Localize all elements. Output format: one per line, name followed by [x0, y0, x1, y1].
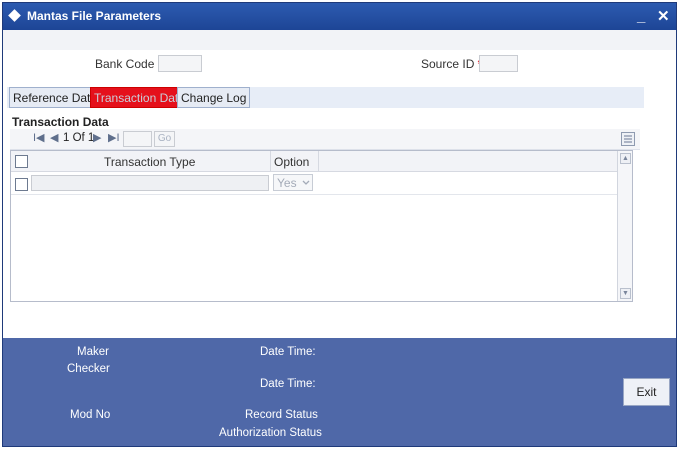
bank-code-label: Bank Code [95, 57, 155, 71]
close-button[interactable]: ✕ [657, 7, 670, 25]
transaction-type-input[interactable] [31, 175, 269, 191]
window-title: Mantas File Parameters [27, 9, 162, 23]
scroll-up-icon[interactable]: ▲ [620, 153, 631, 164]
column-header-transaction-type: Transaction Type [104, 155, 196, 169]
first-page-icon[interactable]: I◀ [33, 131, 45, 144]
source-id-label: Source ID * [421, 57, 482, 71]
source-id-field[interactable] [479, 55, 518, 72]
audit-footer: Maker Checker Date Time: Date Time: Mod … [3, 338, 676, 446]
mod-no-label: Mod No [70, 409, 111, 421]
maker-date-time-label: Date Time: [260, 346, 316, 358]
tab-change-log[interactable]: Change Log [177, 87, 251, 108]
select-all-checkbox[interactable] [15, 155, 28, 168]
vertical-scrollbar[interactable]: ▲ ▼ [617, 151, 632, 301]
chevron-down-icon [302, 180, 310, 185]
tab-bar: Reference Data Transaction Data Change L… [7, 87, 644, 108]
checker-label: Checker [67, 363, 110, 375]
window: Mantas File Parameters _ ✕ Bank Code Sou… [2, 2, 677, 447]
pager: I◀ ◀ 1 Of 1 ▶ ▶I Go [10, 129, 640, 150]
previous-page-icon[interactable]: ◀ [50, 131, 58, 144]
tab-reference-data[interactable]: Reference Data [9, 87, 102, 108]
bank-code-field[interactable] [158, 55, 202, 72]
grid-settings-icon[interactable] [621, 132, 635, 146]
go-button[interactable]: Go [154, 131, 175, 147]
exit-button[interactable]: Exit [623, 378, 670, 406]
maker-label: Maker [77, 346, 109, 358]
option-value: Yes [277, 176, 297, 190]
column-header-option: Option [274, 155, 310, 169]
last-page-icon[interactable]: ▶I [108, 131, 120, 144]
section-title: Transaction Data [12, 115, 109, 129]
next-page-icon[interactable]: ▶ [93, 131, 101, 144]
row-checkbox[interactable] [15, 178, 28, 191]
transaction-grid: Transaction Type Option Yes ▲ ▼ [10, 150, 633, 302]
page-number-input[interactable] [123, 131, 152, 147]
option-select[interactable]: Yes [273, 174, 313, 191]
window-icon [8, 9, 21, 22]
record-status-label: Record Status [245, 409, 318, 421]
page-indicator: 1 Of 1 [63, 132, 95, 144]
toolbar-strip [3, 30, 676, 50]
table-row: Yes [11, 172, 618, 195]
minimize-button[interactable]: _ [637, 8, 645, 25]
title-bar: Mantas File Parameters _ ✕ [3, 3, 676, 30]
scroll-down-icon[interactable]: ▼ [620, 288, 631, 299]
checker-date-time-label: Date Time: [260, 378, 316, 390]
grid-header: Transaction Type Option [11, 151, 618, 172]
authorization-status-label: Authorization Status [219, 427, 322, 439]
tab-transaction-data[interactable]: Transaction Data [90, 87, 189, 108]
